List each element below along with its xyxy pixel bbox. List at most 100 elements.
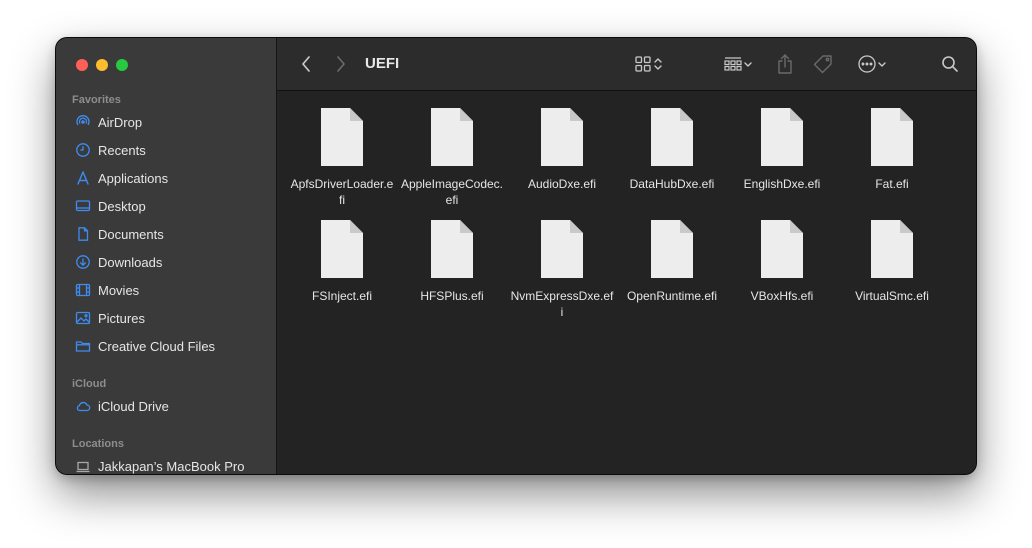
download-icon — [74, 253, 92, 271]
file-item[interactable]: DataHubDxe.efi — [617, 107, 727, 192]
tag-button[interactable] — [812, 52, 834, 76]
file-name: FSInject.efi — [311, 289, 373, 303]
sidebar-item-label: Jakkapan’s MacBook Pro — [98, 458, 245, 474]
group-grid-icon — [723, 55, 743, 73]
film-icon — [74, 281, 92, 299]
file-browser: UEFI ApfsDriverLoader.efi AppleImageCode… — [277, 38, 976, 474]
sidebar-item-label: Creative Cloud Files — [98, 338, 216, 354]
sidebar-item-applications[interactable]: Applications — [66, 166, 266, 190]
document-icon — [321, 108, 363, 166]
file-name: Fat.efi — [875, 177, 909, 191]
document-icon — [431, 220, 473, 278]
file-name: NvmExpressDxe.efi — [510, 289, 614, 319]
file-item[interactable]: FSInject.efi — [287, 219, 397, 304]
sidebar-section-favorites: Favorites — [72, 94, 121, 106]
file-item[interactable]: EnglishDxe.efi — [727, 107, 837, 192]
sidebar-section-locations: Locations — [72, 438, 124, 450]
tag-icon — [813, 54, 833, 74]
sidebar: Favorites AirDrop Recents Applications D… — [56, 38, 277, 474]
zoom-button[interactable] — [116, 59, 128, 71]
file-name: HFSPlus.efi — [420, 289, 484, 303]
window-title: UEFI — [365, 55, 400, 72]
folder-icon — [74, 337, 92, 355]
forward-button[interactable] — [332, 54, 350, 74]
sidebar-item-pictures[interactable]: Pictures — [66, 306, 266, 330]
ellipsis-circle-icon — [857, 54, 877, 74]
sidebar-item-label: iCloud Drive — [98, 398, 169, 414]
file-name: EnglishDxe.efi — [743, 177, 821, 191]
file-item[interactable]: AppleImageCodec.efi — [397, 107, 507, 208]
action-button[interactable] — [854, 53, 890, 75]
chevron-down-icon — [877, 55, 887, 73]
finder-window: Favorites AirDrop Recents Applications D… — [56, 38, 976, 474]
document-icon — [651, 108, 693, 166]
file-item[interactable]: VirtualSmc.efi — [837, 219, 947, 304]
sidebar-item-label: Applications — [98, 170, 169, 186]
document-icon — [871, 108, 913, 166]
file-item[interactable]: VBoxHfs.efi — [727, 219, 837, 304]
file-item[interactable]: OpenRuntime.efi — [617, 219, 727, 304]
back-button[interactable] — [297, 54, 315, 74]
sidebar-item-macbook-pro[interactable]: Jakkapan’s MacBook Pro — [66, 454, 266, 474]
file-name: OpenRuntime.efi — [626, 289, 718, 303]
sidebar-item-downloads[interactable]: Downloads — [66, 250, 266, 274]
sidebar-item-creative-cloud-files[interactable]: Creative Cloud Files — [66, 334, 266, 358]
file-item[interactable]: NvmExpressDxe.efi — [507, 219, 617, 320]
file-name: ApfsDriverLoader.efi — [290, 177, 394, 207]
toolbar: UEFI — [277, 38, 976, 91]
document-icon — [761, 220, 803, 278]
close-button[interactable] — [76, 59, 88, 71]
sidebar-item-label: Downloads — [98, 254, 163, 270]
chevron-up-down-icon — [652, 55, 664, 73]
view-mode-button[interactable] — [629, 53, 669, 75]
airdrop-icon — [74, 113, 92, 131]
document-icon — [541, 108, 583, 166]
file-item[interactable]: Fat.efi — [837, 107, 947, 192]
file-name: AppleImageCodec.efi — [400, 177, 504, 207]
file-item[interactable]: AudioDxe.efi — [507, 107, 617, 192]
sidebar-item-recents[interactable]: Recents — [66, 138, 266, 162]
file-item[interactable]: ApfsDriverLoader.efi — [287, 107, 397, 208]
applications-icon — [74, 169, 92, 187]
document-icon — [871, 220, 913, 278]
document-icon — [321, 220, 363, 278]
group-button[interactable] — [719, 53, 757, 75]
search-icon — [941, 55, 959, 73]
cloud-icon — [74, 397, 92, 415]
file-name: DataHubDxe.efi — [629, 177, 715, 191]
document-icon — [761, 108, 803, 166]
file-name: VBoxHfs.efi — [750, 289, 814, 303]
icon-grid-icon — [634, 55, 652, 73]
sidebar-item-documents[interactable]: Documents — [66, 222, 266, 246]
sidebar-section-icloud: iCloud — [72, 378, 107, 390]
file-name: VirtualSmc.efi — [855, 289, 929, 303]
share-button[interactable] — [775, 52, 795, 76]
file-name: AudioDxe.efi — [527, 177, 597, 191]
photo-icon — [74, 309, 92, 327]
desktop-icon — [74, 197, 92, 215]
file-item[interactable]: HFSPlus.efi — [397, 219, 507, 304]
sidebar-item-label: Desktop — [98, 198, 146, 214]
sidebar-item-label: Movies — [98, 282, 140, 298]
sidebar-item-label: Recents — [98, 142, 146, 158]
chevron-right-icon — [335, 55, 347, 73]
sidebar-item-airdrop[interactable]: AirDrop — [66, 110, 266, 134]
sidebar-item-desktop[interactable]: Desktop — [66, 194, 266, 218]
document-icon — [651, 220, 693, 278]
minimize-button[interactable] — [96, 59, 108, 71]
chevron-left-icon — [300, 55, 312, 73]
sidebar-item-label: Documents — [98, 226, 164, 242]
chevron-down-icon — [743, 55, 753, 73]
search-button[interactable] — [939, 53, 961, 75]
sidebar-item-movies[interactable]: Movies — [66, 278, 266, 302]
file-grid: ApfsDriverLoader.efi AppleImageCodec.efi… — [277, 91, 976, 474]
document-icon — [541, 220, 583, 278]
document-icon — [74, 225, 92, 243]
sidebar-item-icloud-drive[interactable]: iCloud Drive — [66, 394, 266, 418]
document-icon — [431, 108, 473, 166]
sidebar-item-label: AirDrop — [98, 114, 143, 130]
share-icon — [776, 53, 794, 75]
laptop-icon — [74, 457, 92, 474]
sidebar-item-label: Pictures — [98, 310, 145, 326]
clock-icon — [74, 141, 92, 159]
